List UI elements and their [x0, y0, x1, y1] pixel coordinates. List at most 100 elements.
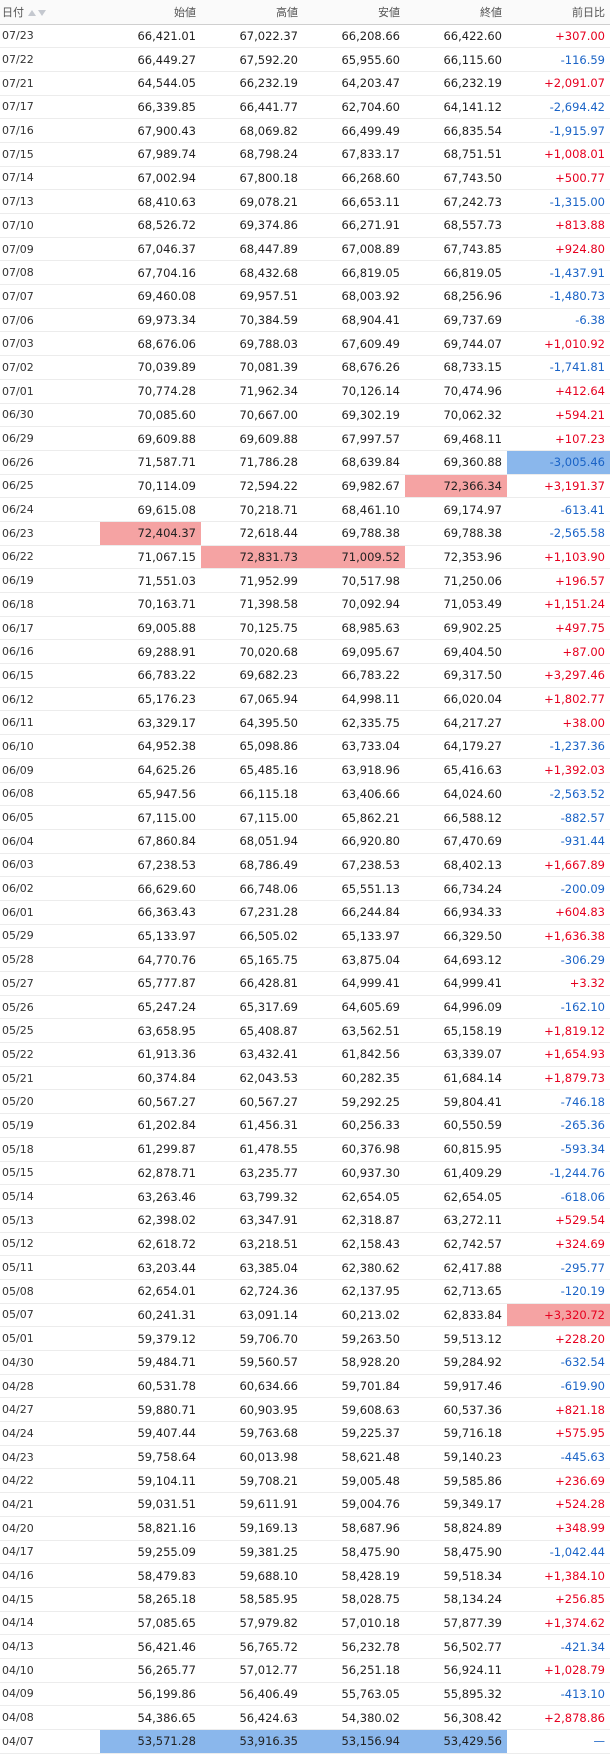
high-cell: 68,069.82: [201, 118, 303, 143]
close-cell: 69,360.88: [405, 450, 507, 475]
table-row: 05/29 65,133.97 66,505.02 65,133.97 66,329.5…: [0, 924, 610, 949]
low-cell: 63,406.66: [303, 782, 405, 807]
open-cell: 63,263.46: [100, 1184, 201, 1209]
change-cell: -1,244.76: [507, 1161, 610, 1186]
date-cell: 04/22: [0, 1468, 100, 1494]
table-row: 04/13 56,421.46 56,765.72 56,232.78 56,502.7…: [0, 1634, 610, 1659]
change-cell: +3,191.37: [507, 474, 610, 499]
change-cell: +1,879.73: [507, 1066, 610, 1091]
high-column-header[interactable]: 高値: [201, 0, 303, 25]
date-cell: 05/08: [0, 1279, 100, 1304]
low-cell: 59,292.25: [303, 1089, 405, 1115]
close-cell: 59,917.46: [405, 1374, 507, 1399]
high-cell: 60,903.95: [201, 1397, 303, 1423]
low-cell: 62,137.95: [303, 1279, 405, 1304]
change-cell: +1,636.38: [507, 924, 610, 949]
low-cell: 66,244.84: [303, 900, 405, 925]
close-column-header[interactable]: 終値: [405, 0, 507, 25]
table-row: 07/23 66,421.01 67,022.37 66,208.66 66,422.6…: [0, 24, 610, 49]
date-cell: 05/27: [0, 971, 100, 996]
change-cell: +604.83: [507, 900, 610, 925]
date-cell: 05/29: [0, 924, 100, 949]
high-cell: 69,609.88: [201, 426, 303, 451]
open-cell: 63,658.95: [100, 1018, 201, 1044]
low-cell: 58,621.48: [303, 1445, 405, 1470]
low-cell: 67,997.57: [303, 426, 405, 451]
open-cell: 68,526.72: [100, 213, 201, 238]
open-cell: 66,629.60: [100, 876, 201, 901]
high-cell: 65,165.75: [201, 947, 303, 972]
date-cell: 07/08: [0, 260, 100, 286]
high-cell: 69,374.86: [201, 213, 303, 238]
change-cell: -746.18: [507, 1089, 610, 1115]
high-cell: 63,432.41: [201, 1042, 303, 1067]
table-row: 04/09 56,199.86 56,406.49 55,763.05 55,895.3…: [0, 1682, 610, 1707]
date-cell: 07/13: [0, 189, 100, 214]
high-cell: 59,560.57: [201, 1350, 303, 1375]
date-cell: 07/17: [0, 95, 100, 120]
table-row: 04/16 58,479.83 59,688.10 58,428.19 59,518.3…: [0, 1563, 610, 1588]
low-column-header[interactable]: 安値: [303, 0, 405, 25]
open-cell: 58,821.16: [100, 1516, 201, 1541]
table-row: 05/26 65,247.24 65,317.69 64,605.69 64,996.0…: [0, 995, 610, 1020]
low-cell: 58,428.19: [303, 1563, 405, 1588]
sort-descending-icon[interactable]: [38, 10, 46, 17]
open-cell: 67,704.16: [100, 260, 201, 286]
open-cell: 62,618.72: [100, 1232, 201, 1257]
table-row: 06/12 65,176.23 67,065.94 64,998.11 66,020.0…: [0, 687, 610, 712]
change-cell: +38.00: [507, 710, 610, 736]
close-cell: 58,824.89: [405, 1516, 507, 1541]
close-cell: 56,924.11: [405, 1658, 507, 1683]
open-cell: 60,241.31: [100, 1303, 201, 1328]
change-cell: -1,915.97: [507, 118, 610, 143]
date-column-header[interactable]: 日付: [0, 0, 100, 25]
close-cell: 59,804.41: [405, 1089, 507, 1115]
change-cell: +821.18: [507, 1397, 610, 1423]
high-cell: 59,763.68: [201, 1421, 303, 1446]
sort-ascending-icon[interactable]: [28, 10, 36, 17]
date-cell: 06/18: [0, 592, 100, 617]
date-cell: 07/21: [0, 71, 100, 96]
close-cell: 66,819.05: [405, 260, 507, 286]
sort-icon[interactable]: [26, 6, 46, 19]
date-cell: 06/17: [0, 616, 100, 641]
date-cell: 06/25: [0, 474, 100, 499]
high-cell: 59,688.10: [201, 1563, 303, 1588]
table-row: 04/15 58,265.18 58,585.95 58,028.75 58,134.2…: [0, 1587, 610, 1612]
close-cell: 62,417.88: [405, 1255, 507, 1280]
change-cell: -619.90: [507, 1374, 610, 1399]
date-cell: 07/09: [0, 237, 100, 262]
table-row: 04/22 59,104.11 59,708.21 59,005.48 59,585.8…: [0, 1468, 610, 1494]
date-cell: 06/05: [0, 805, 100, 830]
open-cell: 67,115.00: [100, 805, 201, 830]
close-cell: 65,416.63: [405, 758, 507, 783]
open-cell: 60,567.27: [100, 1089, 201, 1115]
change-column-header[interactable]: 前日比: [507, 0, 610, 25]
close-cell: 69,902.25: [405, 616, 507, 641]
close-cell: 64,996.09: [405, 995, 507, 1020]
low-cell: 69,095.67: [303, 639, 405, 665]
close-cell: 61,409.29: [405, 1161, 507, 1186]
open-cell: 56,421.46: [100, 1634, 201, 1659]
table-row: 04/21 59,031.51 59,611.91 59,004.76 59,349.1…: [0, 1492, 610, 1517]
change-cell: -421.34: [507, 1634, 610, 1659]
open-column-header[interactable]: 始値: [100, 0, 201, 25]
change-cell: -2,565.58: [507, 521, 610, 546]
open-cell: 68,676.06: [100, 331, 201, 357]
low-cell: 66,271.91: [303, 213, 405, 238]
high-cell: 68,798.24: [201, 142, 303, 167]
open-cell: 60,531.78: [100, 1374, 201, 1399]
header-row: 日付 始値 高値 安値 終値 前日比: [0, 0, 610, 25]
change-cell: -1,480.73: [507, 284, 610, 309]
low-cell: 63,918.96: [303, 758, 405, 783]
date-cell: 04/09: [0, 1682, 100, 1707]
open-cell: 66,783.22: [100, 663, 201, 688]
close-cell: 59,284.92: [405, 1350, 507, 1375]
high-cell: 63,385.04: [201, 1255, 303, 1280]
date-cell: 06/09: [0, 758, 100, 783]
close-cell: 59,716.18: [405, 1421, 507, 1446]
high-cell: 68,051.94: [201, 829, 303, 854]
change-cell: -613.41: [507, 497, 610, 522]
high-cell: 67,022.37: [201, 24, 303, 49]
table-row: 07/09 67,046.37 68,447.89 67,008.89 67,743.8…: [0, 237, 610, 262]
